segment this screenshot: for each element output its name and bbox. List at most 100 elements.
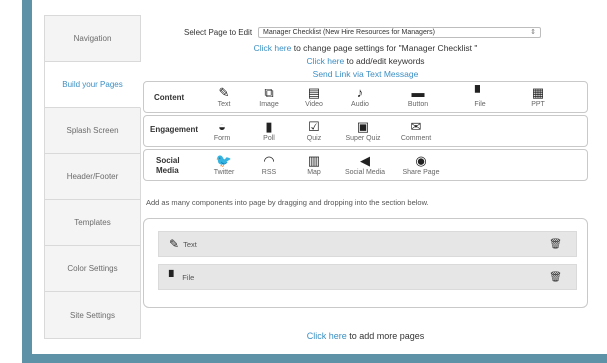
- tab-label: Templates: [74, 218, 111, 227]
- component-label: Comment: [400, 135, 432, 142]
- component-form[interactable]: ◒ Form: [202, 119, 242, 142]
- add-more-pages-link[interactable]: Click here: [307, 331, 347, 341]
- component-label: Share Page: [402, 169, 440, 176]
- engagement-components-row: Engagement ◒ Form ▮ Poll ☑ Quiz ▣ Super Quiz…: [143, 115, 588, 147]
- component-rss[interactable]: ◠ RSS: [249, 153, 289, 176]
- presentation-icon: ▦: [531, 85, 545, 100]
- inbox-icon: ◒: [218, 119, 226, 134]
- keywords-line: Click here to add/edit keywords: [144, 56, 587, 66]
- tab-splash-screen[interactable]: Splash Screen: [45, 108, 140, 154]
- drag-drop-instructions: Add as many components into page by drag…: [146, 198, 429, 207]
- tab-color-settings[interactable]: Color Settings: [45, 246, 140, 292]
- page-settings-text: to change page settings for "Manager Che…: [291, 43, 478, 53]
- trash-icon[interactable]: 🗑: [549, 239, 562, 250]
- file-icon: ▘: [169, 270, 179, 284]
- select-page-label: Select Page to Edit: [184, 28, 253, 37]
- settings-sidebar: Navigation Build your Pages Splash Scree…: [44, 15, 141, 339]
- component-comment[interactable]: ✉ Comment: [396, 119, 436, 142]
- tab-site-settings[interactable]: Site Settings: [45, 292, 140, 338]
- add-pages-line: Click here to add more pages: [144, 331, 587, 341]
- keywords-link[interactable]: Click here: [306, 56, 344, 66]
- share-icon: ◉: [415, 153, 427, 168]
- bar-chart-icon: ▮: [265, 119, 273, 134]
- edit-icon: ✎: [169, 237, 180, 251]
- map-icon: ▥: [307, 153, 321, 168]
- dropped-component-file[interactable]: ▘ File 🗑: [158, 264, 577, 290]
- megaphone-icon: ◀: [360, 153, 370, 168]
- image-icon: ⧉: [264, 85, 274, 100]
- music-note-icon: ♪: [356, 85, 364, 100]
- component-audio[interactable]: ♪ Audio: [340, 85, 380, 108]
- page-settings-line: Click here to change page settings for "…: [144, 43, 587, 53]
- tab-templates[interactable]: Templates: [45, 200, 140, 246]
- window-frame-left: [22, 0, 32, 363]
- video-icon: ▤: [307, 85, 321, 100]
- tab-label: Navigation: [73, 34, 112, 43]
- component-label: Audio: [351, 101, 369, 108]
- page-select-dropdown[interactable]: Manager Checklist (New Hire Resources fo…: [258, 27, 542, 38]
- component-super-quiz[interactable]: ▣ Super Quiz: [340, 119, 386, 142]
- component-label: Image: [259, 101, 279, 108]
- tab-label: Site Settings: [70, 310, 115, 320]
- social-components-row: Social Media 🐦 Twitter ◠ RSS ▥ Map ◀ Social M…: [143, 149, 588, 181]
- page-select-row: Select Page to Edit Manager Checklist (N…: [184, 27, 542, 38]
- component-label: Video: [305, 101, 323, 108]
- component-twitter[interactable]: 🐦 Twitter: [204, 153, 244, 176]
- component-image[interactable]: ⧉ Image: [249, 85, 289, 108]
- component-label: Form: [213, 135, 231, 142]
- content-components-row: Content ✎ Text ⧉ Image ▤ Video ♪ Audio ▬ Butt…: [143, 81, 588, 113]
- component-label: Text: [217, 101, 231, 108]
- page-settings-link[interactable]: Click here: [254, 43, 292, 53]
- dropped-component-label: Text: [183, 239, 197, 249]
- button-icon: ▬: [411, 85, 425, 100]
- component-ppt[interactable]: ▦ PPT: [518, 85, 558, 108]
- send-link-via-text-link[interactable]: Send Link via Text Message: [313, 69, 419, 79]
- file-icon: ▘: [475, 85, 485, 100]
- component-button[interactable]: ▬ Button: [398, 85, 438, 108]
- component-video[interactable]: ▤ Video: [294, 85, 334, 108]
- updown-arrow-icon: ⇕: [530, 29, 537, 36]
- social-label-line2: Media: [156, 166, 179, 175]
- component-poll[interactable]: ▮ Poll: [249, 119, 289, 142]
- component-quiz[interactable]: ☑ Quiz: [294, 119, 334, 142]
- rss-icon: ◠: [263, 153, 275, 168]
- tab-navigation[interactable]: Navigation: [45, 16, 140, 62]
- social-row-label: Social Media: [156, 156, 180, 176]
- comment-icon: ✉: [410, 119, 422, 134]
- add-more-pages-text: to add more pages: [346, 331, 425, 341]
- component-label: Poll: [263, 135, 275, 142]
- edit-icon: ✎: [218, 85, 230, 100]
- component-label: PPT: [531, 101, 545, 108]
- social-label-line1: Social: [156, 156, 180, 165]
- tab-label: Splash Screen: [66, 126, 119, 135]
- component-text[interactable]: ✎ Text: [204, 85, 244, 108]
- twitter-icon: 🐦: [215, 153, 233, 168]
- component-file[interactable]: ▘ File: [460, 85, 500, 108]
- component-label: RSS: [261, 169, 277, 176]
- component-label: Twitter: [213, 169, 235, 176]
- keywords-text: to add/edit keywords: [344, 56, 425, 66]
- engagement-row-label: Engagement: [150, 125, 199, 134]
- component-label: Map: [307, 169, 321, 176]
- trash-icon[interactable]: 🗑: [549, 272, 562, 283]
- page-components-dropzone[interactable]: ✎ Text 🗑 ▘ File 🗑: [143, 218, 588, 308]
- tab-label: Build your Pages: [62, 80, 123, 89]
- component-share-page[interactable]: ◉ Share Page: [396, 153, 446, 176]
- checkbox-icon: ☑: [308, 119, 320, 134]
- send-link-line: Send Link via Text Message: [144, 69, 587, 79]
- component-social-media[interactable]: ◀ Social Media: [340, 153, 390, 176]
- component-label: Quiz: [306, 135, 322, 142]
- content-row-label: Content: [154, 93, 185, 102]
- clipboard-icon: ▣: [356, 119, 370, 134]
- component-label: Super Quiz: [345, 135, 381, 142]
- page-select-value: Manager Checklist (New Hire Resources fo…: [263, 29, 435, 36]
- dropped-component-text[interactable]: ✎ Text 🗑: [158, 231, 577, 257]
- tab-header-footer[interactable]: Header/Footer: [45, 154, 140, 200]
- component-label: Button: [407, 101, 429, 108]
- dropped-component-label: File: [182, 272, 195, 282]
- component-label: Social Media: [344, 169, 386, 176]
- component-map[interactable]: ▥ Map: [294, 153, 334, 176]
- tab-build-your-pages[interactable]: Build your Pages: [45, 62, 141, 108]
- component-label: File: [474, 101, 486, 108]
- window-frame-bottom: [22, 354, 607, 363]
